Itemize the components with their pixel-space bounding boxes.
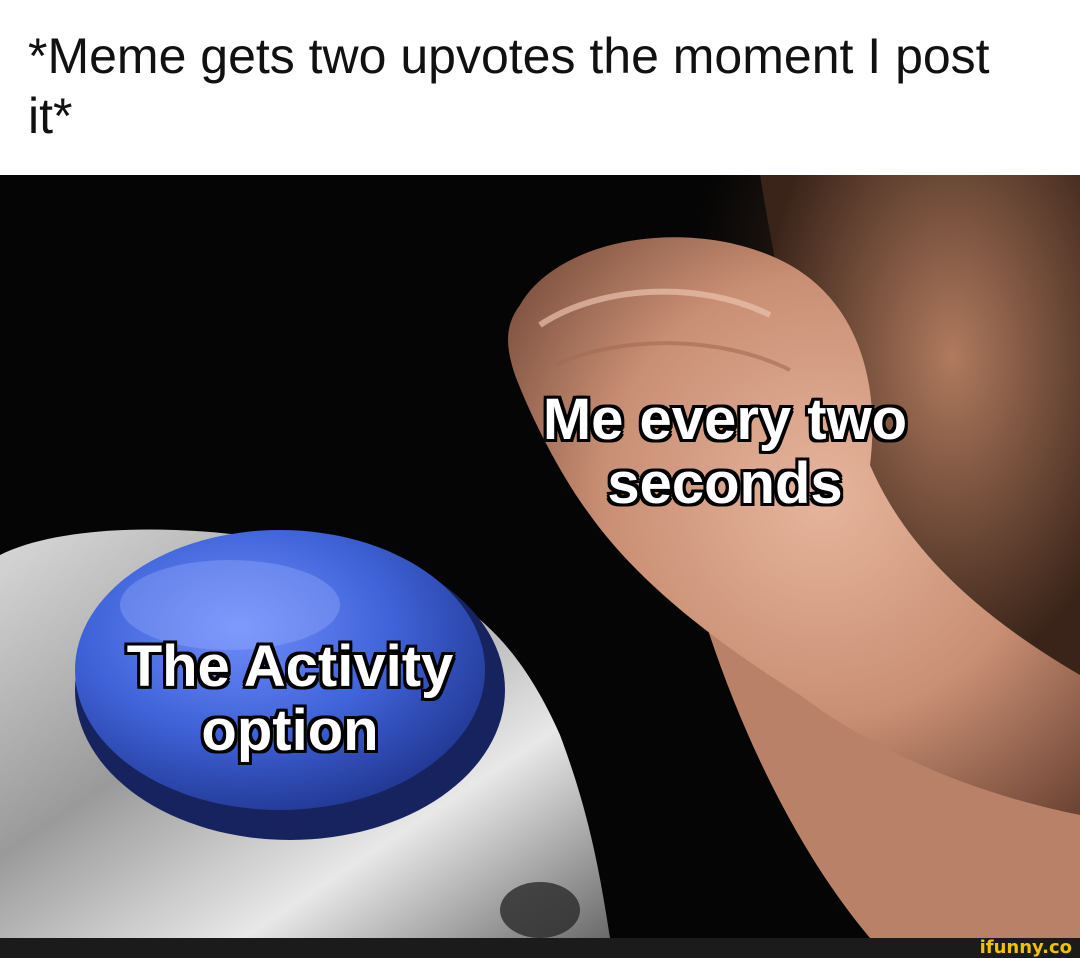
- caption-line-1: *Meme gets two upvotes the moment I post: [28, 28, 990, 84]
- caption-line-2: it*: [28, 88, 73, 144]
- meme-caption: *Meme gets two upvotes the moment I post…: [28, 26, 1068, 146]
- meme-image: *Meme gets two upvotes the moment I post…: [0, 0, 1080, 958]
- housing-screw: [500, 882, 580, 938]
- ifunny-watermark: ifunny.co: [979, 937, 1072, 958]
- watermark-bar: ifunny.co: [0, 938, 1080, 958]
- button-label-line-1: The Activity: [126, 634, 454, 699]
- hand-label-line-1: Me every two: [542, 387, 908, 452]
- hand-label-line-2: seconds: [607, 451, 843, 516]
- meme-photo: Me every two seconds The Activity option: [0, 175, 1080, 938]
- button-label-line-2: option: [201, 698, 379, 763]
- button-label: The Activity option: [60, 635, 520, 763]
- hand-label: Me every two seconds: [470, 388, 980, 516]
- button-slap-illustration: [0, 175, 1080, 938]
